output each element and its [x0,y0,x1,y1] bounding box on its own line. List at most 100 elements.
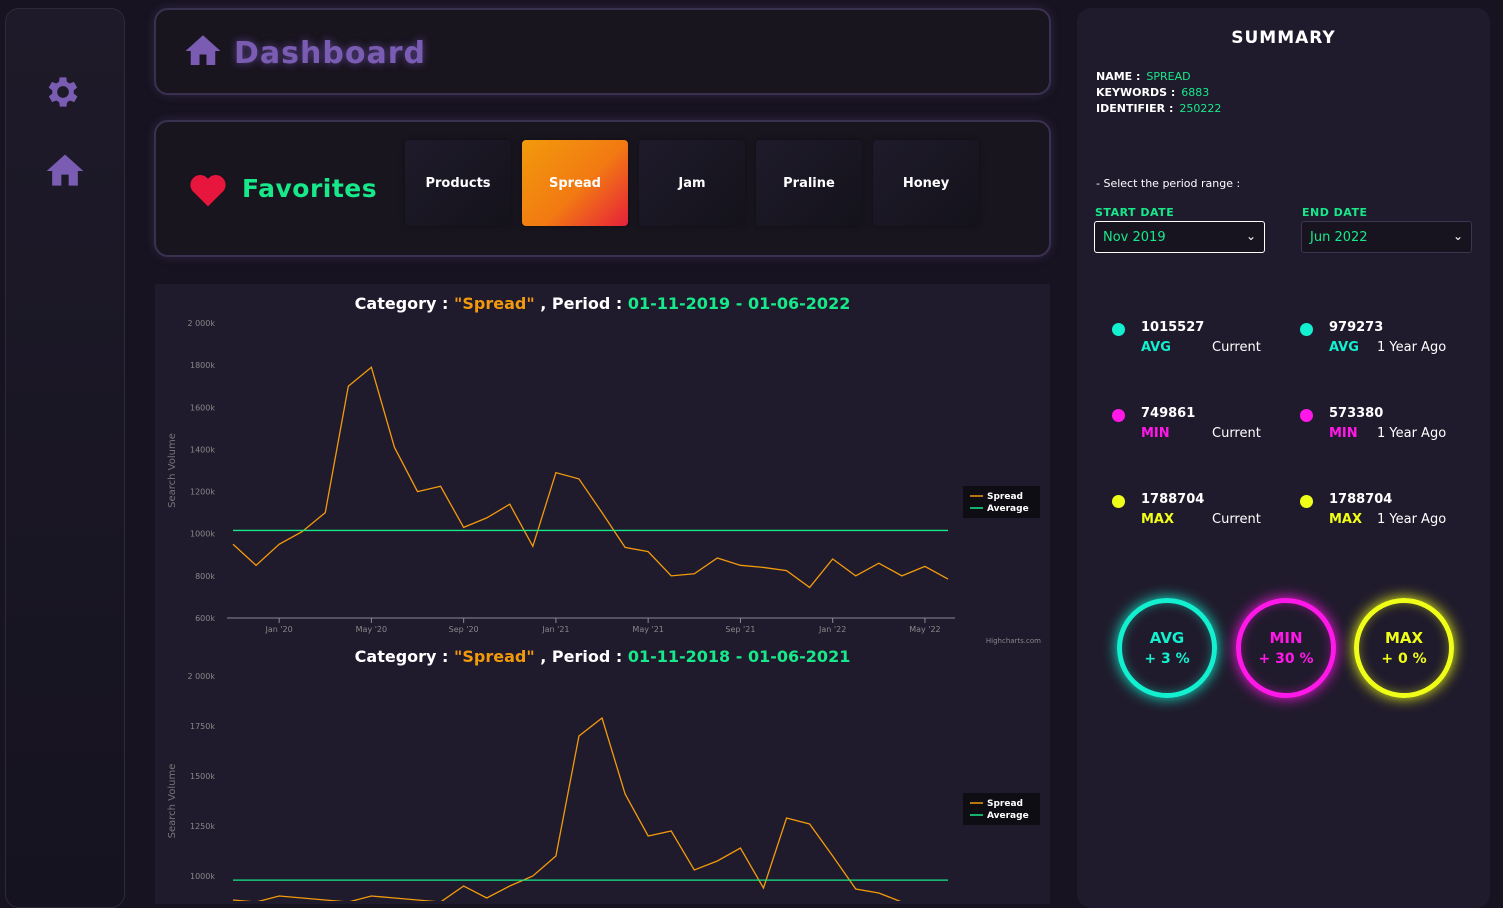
y-tick-label: 1000k [190,530,215,539]
avg-dot-icon [1300,323,1313,336]
ring-percent: + 3 % [1144,651,1190,667]
series-line-spread [232,366,949,589]
ring-percent: + 0 % [1381,651,1427,667]
chevron-down-icon: ⌄ [1245,229,1256,243]
ring-label: MAX [1384,629,1424,647]
stat-tag: MAX [1141,512,1175,527]
series-line-spread [232,716,902,901]
ring-label: MIN [1269,629,1303,647]
identifier-line: IDENTIFIER : 250222 [1096,102,1221,115]
end-date-select[interactable]: Jun 2022 ⌄ [1301,221,1472,253]
ring-label: AVG [1149,629,1185,647]
stat-max-year-ago: 1788704 MAX 1 Year Ago [1300,492,1480,542]
favorite-products[interactable]: Products [405,140,511,226]
chart-1: Search Volume 600k 800k 1000k 1200k 1400k 1600… [167,319,1041,645]
stat-tag: MAX [1329,512,1363,527]
identifier-value: 250222 [1179,102,1222,115]
favorite-jam[interactable]: Jam [639,140,745,226]
y-tick-label: 1200k [190,488,215,497]
home-icon[interactable] [43,149,87,193]
stat-min-year-ago: 573380 MIN 1 Year Ago [1300,406,1480,456]
x-tick-label: May '21 [632,625,663,634]
header-panel: Dashboard [154,8,1051,95]
y-tick-label: 1800k [190,361,215,370]
stat-when: 1 Year Ago [1377,340,1447,355]
max-dot-icon [1112,495,1125,508]
y-tick-label: 600k [195,614,215,623]
min-dot-icon [1112,409,1125,422]
heart-icon [188,172,228,212]
stat-value: 979273 [1329,320,1384,335]
chart-2: Search Volume 1000k 1250k 1500k 1750k 2 000k S… [167,672,1040,901]
start-date-value: Nov 2019 [1103,230,1166,245]
x-tick-label: Sep '21 [725,625,755,634]
gear-icon[interactable] [43,72,87,116]
summary-panel: SUMMARY NAME : SPREAD KEYWORDS : 6883 IDEN… [1077,8,1490,908]
min-change-ring: MIN + 30 % [1236,598,1336,698]
y-tick-label: 1600k [190,403,215,412]
x-tick-label: May '20 [356,625,387,634]
min-dot-icon [1300,409,1313,422]
chart-legend: Spread Average [963,486,1040,518]
favorite-honey[interactable]: Honey [873,140,979,226]
summary-title: SUMMARY [1231,28,1336,48]
max-change-ring: MAX + 0 % [1354,598,1454,698]
end-date-label: END DATE [1302,206,1368,219]
avg-dot-icon [1112,323,1125,336]
y-axis-title: Search Volume [167,764,178,839]
legend-item: Average [987,811,1029,821]
charts-area: Category : "Spread" , Period : 01-11-201… [155,284,1050,904]
stat-tag: AVG [1141,340,1171,355]
stat-value: 1015527 [1141,320,1205,335]
keywords-line: KEYWORDS : 6883 [1096,86,1209,99]
start-date-select[interactable]: Nov 2019 ⌄ [1094,221,1265,253]
favorite-spread[interactable]: Spread [522,140,628,226]
keywords-label: KEYWORDS : [1096,86,1176,99]
chart-credits: Highcharts.com [986,637,1041,645]
stat-tag: MIN [1141,426,1170,441]
name-line: NAME : SPREAD [1096,70,1191,83]
legend-item: Spread [987,492,1023,502]
stat-value: 1788704 [1329,492,1393,507]
stat-min-current: 749861 MIN Current [1112,406,1292,456]
end-date-value: Jun 2022 [1310,230,1368,245]
stat-when: 1 Year Ago [1377,426,1447,441]
x-tick-label: Jan '21 [541,625,569,634]
ring-percent: + 30 % [1258,651,1314,667]
x-tick-label: May '22 [909,625,940,634]
favorites-panel: Favorites Products Spread Jam Praline Ho… [154,120,1051,257]
start-date-label: START DATE [1095,206,1175,219]
y-tick-label: 800k [195,572,215,581]
period-prompt: - Select the period range : [1096,177,1241,190]
stat-avg-year-ago: 979273 AVG 1 Year Ago [1300,320,1480,370]
x-tick-label: Jan '20 [264,625,292,634]
chart-legend: Spread Average [963,793,1040,825]
y-tick-label: 1750k [190,722,215,731]
y-tick-label: 1500k [190,772,215,781]
page-title: Dashboard [234,36,426,71]
max-dot-icon [1300,495,1313,508]
legend-item: Average [987,504,1029,514]
legend-item: Spread [987,799,1023,809]
chevron-down-icon: ⌄ [1452,229,1463,243]
y-tick-label: 2 000k [187,319,215,328]
y-axis-title: Search Volume [167,433,178,508]
stat-tag: AVG [1329,340,1359,355]
identifier-label: IDENTIFIER : [1096,102,1174,115]
stat-when: Current [1212,426,1261,441]
home-icon [182,30,224,76]
stat-max-current: 1788704 MAX Current [1112,492,1292,542]
favorite-praline[interactable]: Praline [756,140,862,226]
favorites-label: Favorites [242,174,378,203]
x-tick-label: Sep '20 [449,625,479,634]
stat-value: 573380 [1329,406,1384,421]
name-label: NAME : [1096,70,1141,83]
avg-change-ring: AVG + 3 % [1117,598,1217,698]
y-tick-label: 1250k [190,822,215,831]
stat-when: Current [1212,340,1261,355]
y-tick-label: 2 000k [187,672,215,681]
stat-when: Current [1212,512,1261,527]
stat-avg-current: 1015527 AVG Current [1112,320,1292,370]
y-tick-label: 1400k [190,445,215,454]
sidebar [5,8,125,908]
